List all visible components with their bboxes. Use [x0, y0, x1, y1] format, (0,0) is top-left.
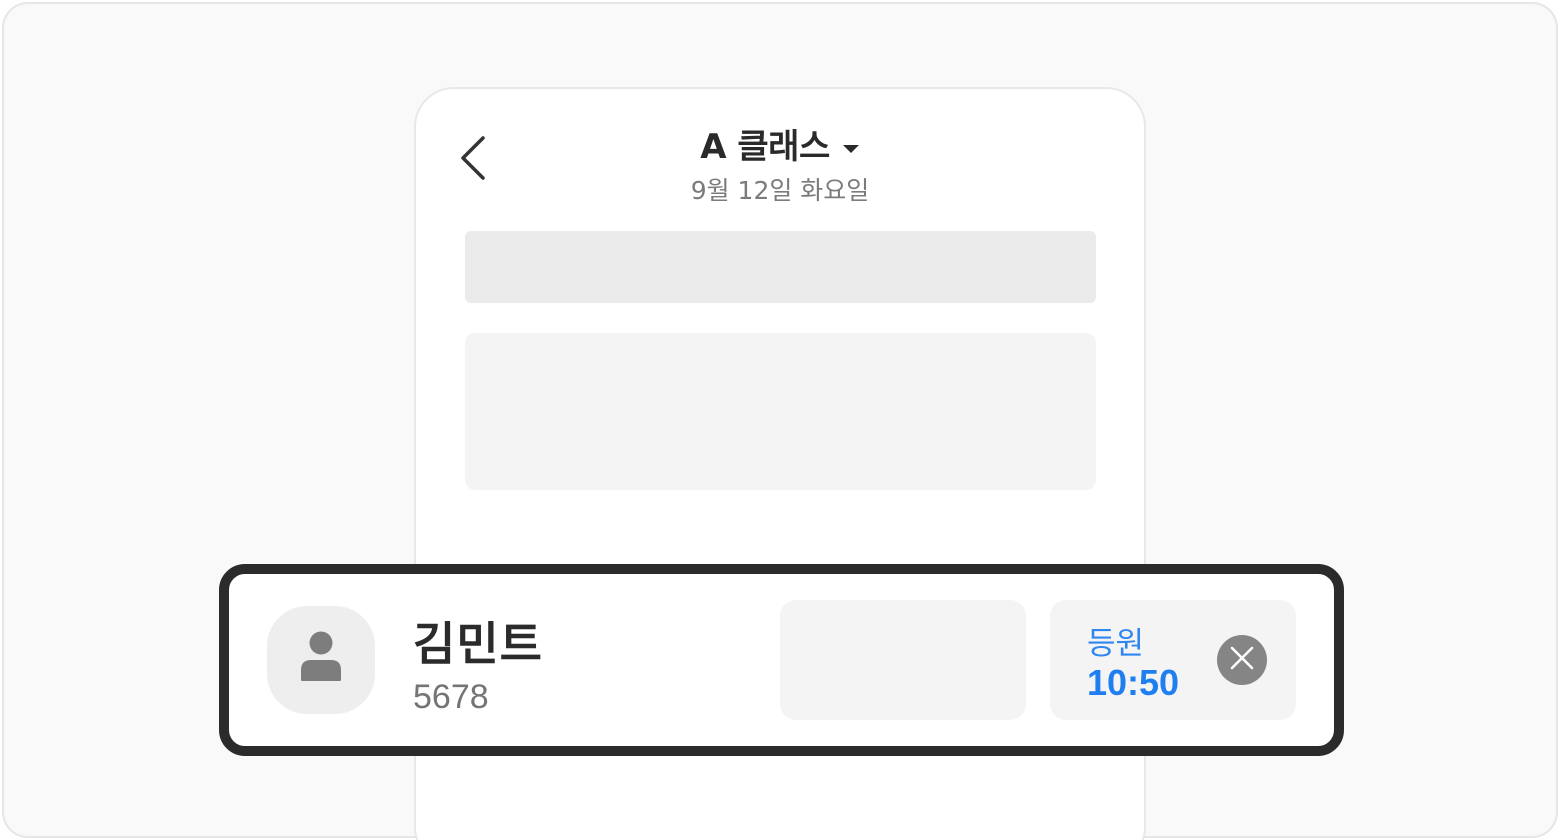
- checkin-time: 10:50: [1087, 662, 1180, 703]
- student-id: 5678: [413, 678, 489, 716]
- content-placeholder-bar: [465, 231, 1096, 303]
- person-icon: [299, 630, 343, 690]
- avatar: [267, 606, 375, 714]
- checkin-status: 등원 10:50: [1050, 600, 1296, 720]
- close-icon: [1230, 646, 1254, 674]
- student-name: 김민트: [413, 617, 543, 671]
- status-slot-empty: [780, 600, 1026, 720]
- student-card[interactable]: 김민트 5678 등원 10:50: [219, 564, 1344, 756]
- class-selector[interactable]: A 클래스: [416, 119, 1144, 168]
- remove-checkin-button[interactable]: [1217, 635, 1267, 685]
- content-placeholder-block: [465, 333, 1096, 490]
- date-subtitle: 9월 12일 화요일: [690, 176, 870, 205]
- class-title: A 클래스: [700, 127, 830, 167]
- caret-down-icon: [842, 140, 860, 153]
- checkin-label: 등원: [1087, 626, 1145, 662]
